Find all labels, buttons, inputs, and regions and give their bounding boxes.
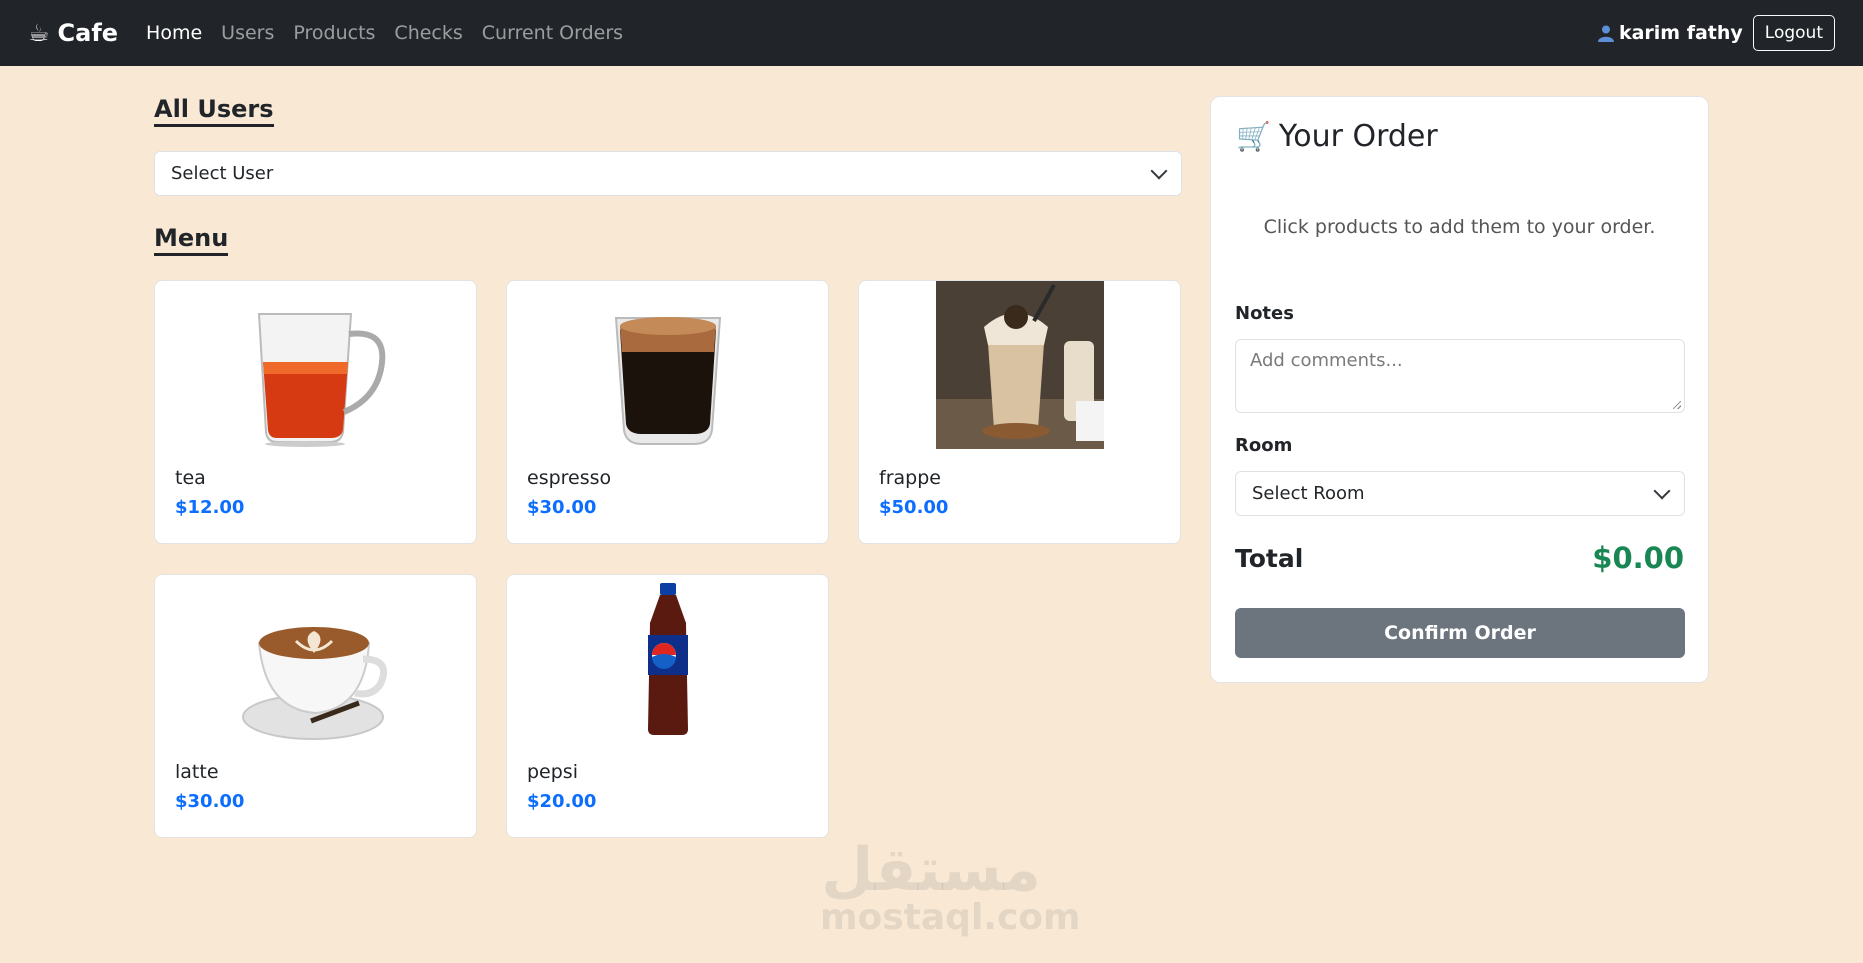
product-price: $20.00 bbox=[527, 791, 597, 812]
product-card-tea[interactable]: tea $12.00 bbox=[154, 280, 477, 544]
menu-heading: Menu bbox=[154, 224, 229, 256]
nav-link-products[interactable]: Products bbox=[293, 22, 375, 44]
logout-button[interactable]: Logout bbox=[1752, 15, 1835, 51]
order-title-label: Your Order bbox=[1278, 119, 1438, 154]
product-card-frappe[interactable]: frappe $50.00 bbox=[858, 280, 1181, 544]
room-select-value: Select Room bbox=[1252, 483, 1365, 504]
shopping-cart-icon: 🛒 bbox=[1236, 120, 1271, 153]
product-name: espresso bbox=[527, 467, 612, 489]
product-name: tea bbox=[175, 467, 206, 489]
espresso-image bbox=[507, 281, 828, 449]
watermark-arabic: مستقل bbox=[821, 835, 1041, 905]
nav-link-current-orders[interactable]: Current Orders bbox=[482, 22, 623, 44]
product-price: $50.00 bbox=[879, 497, 949, 518]
resize-handle-icon[interactable] bbox=[1673, 401, 1681, 409]
room-select[interactable]: Select Room bbox=[1235, 471, 1685, 516]
coffee-cup-icon: ☕ bbox=[28, 19, 50, 47]
brand-label: Cafe bbox=[57, 19, 119, 47]
navbar-user-area: karim fathy Logout bbox=[1597, 15, 1835, 51]
chevron-down-icon bbox=[1150, 162, 1168, 179]
confirm-order-button[interactable]: Confirm Order bbox=[1235, 608, 1685, 658]
product-name: latte bbox=[175, 761, 219, 783]
product-card-pepsi[interactable]: pepsi $20.00 bbox=[506, 574, 829, 838]
latte-image bbox=[155, 575, 476, 743]
brand-link[interactable]: ☕ Cafe bbox=[28, 19, 118, 47]
order-title: 🛒 Your Order bbox=[1236, 119, 1438, 154]
chevron-down-icon bbox=[1653, 482, 1671, 499]
product-card-espresso[interactable]: espresso $30.00 bbox=[506, 280, 829, 544]
user-select[interactable]: Select User bbox=[154, 151, 1182, 196]
product-price: $30.00 bbox=[175, 791, 245, 812]
person-icon bbox=[1597, 25, 1614, 42]
user-select-value: Select User bbox=[171, 163, 274, 184]
product-name: frappe bbox=[879, 467, 941, 489]
room-label: Room bbox=[1235, 435, 1293, 456]
product-price: $30.00 bbox=[527, 497, 597, 518]
current-user: karim fathy bbox=[1597, 22, 1743, 44]
product-name: pepsi bbox=[527, 761, 578, 783]
user-name-label: karim fathy bbox=[1618, 22, 1743, 44]
watermark: مستقل mostaql.com bbox=[820, 835, 1081, 938]
watermark-latin: mostaql.com bbox=[820, 897, 1081, 938]
nav-link-home[interactable]: Home bbox=[146, 22, 202, 44]
tea-image bbox=[155, 281, 476, 449]
top-navbar: ☕ Cafe Home Users Products Checks Curren… bbox=[0, 0, 1863, 66]
order-panel: 🛒 Your Order Click products to add them … bbox=[1210, 96, 1709, 683]
nav-link-checks[interactable]: Checks bbox=[394, 22, 462, 44]
notes-placeholder: Add comments... bbox=[1250, 350, 1403, 371]
pepsi-image bbox=[507, 575, 828, 735]
frappe-image bbox=[859, 281, 1180, 449]
total-label: Total bbox=[1235, 544, 1304, 573]
all-users-heading: All Users bbox=[154, 95, 274, 127]
order-empty-hint: Click products to add them to your order… bbox=[1263, 216, 1656, 238]
total-value: $0.00 bbox=[1592, 541, 1684, 575]
product-price: $12.00 bbox=[175, 497, 245, 518]
notes-label: Notes bbox=[1235, 303, 1294, 324]
nav-link-users[interactable]: Users bbox=[221, 22, 274, 44]
notes-textarea[interactable]: Add comments... bbox=[1235, 339, 1685, 413]
product-card-latte[interactable]: latte $30.00 bbox=[154, 574, 477, 838]
